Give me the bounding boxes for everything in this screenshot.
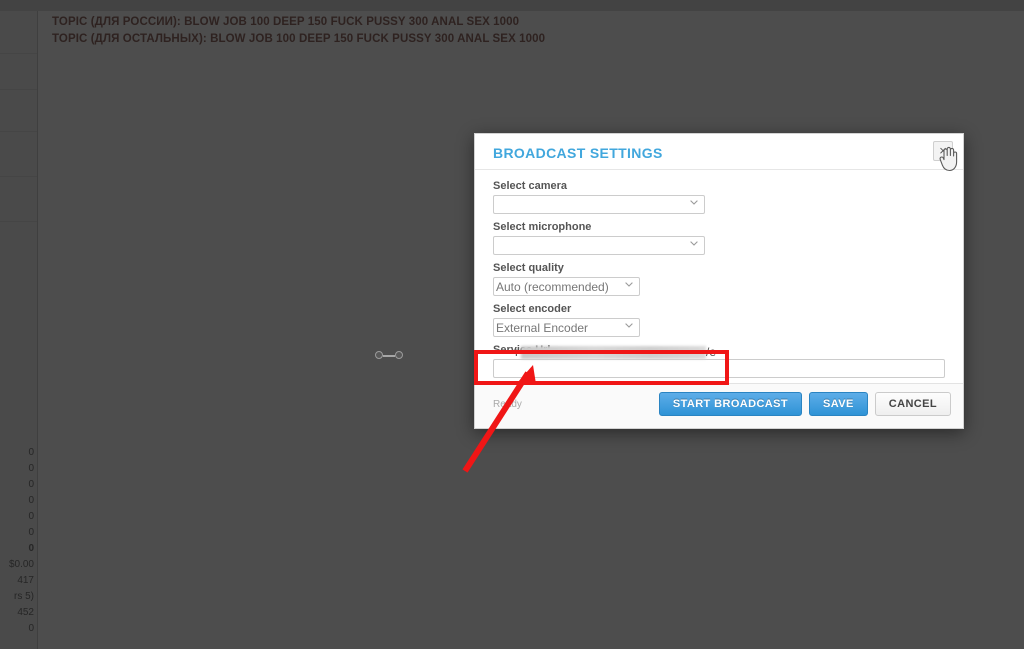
- stat-row: 0: [28, 479, 34, 490]
- field-quality: Select quality Auto (recommended): [493, 261, 945, 296]
- service-url-label: Service Url: [493, 344, 551, 356]
- microphone-select[interactable]: [493, 236, 705, 255]
- connector-bar-icon: [383, 354, 395, 357]
- status-text: Ready: [493, 399, 522, 410]
- stat-row: 0: [28, 495, 34, 506]
- stat-row: 0: [28, 527, 34, 538]
- connector-glyph-icon: [375, 351, 403, 360]
- stat-row: 0: [28, 511, 34, 522]
- connector-node-left-icon: [375, 351, 383, 359]
- topic-line: TOPIC (ДЛЯ ОСТАЛЬНЫХ): BLOW JOB 100 DEEP…: [52, 33, 546, 45]
- encoder-label: Select encoder: [493, 303, 572, 315]
- field-encoder: Select encoder External Encoder: [493, 302, 945, 337]
- sidebar-divider: [0, 176, 37, 177]
- sidebar-divider: [0, 221, 37, 222]
- stat-row: rs 5): [14, 591, 34, 602]
- quality-select[interactable]: Auto (recommended): [493, 277, 640, 296]
- field-microphone: Select microphone: [493, 220, 945, 255]
- dialog-body: Select camera Select microphone Select q…: [475, 170, 963, 419]
- cancel-button[interactable]: CANCEL: [874, 392, 951, 416]
- stat-row: 0: [28, 447, 34, 458]
- encoder-select[interactable]: External Encoder: [493, 318, 640, 337]
- connector-node-right-icon: [395, 351, 403, 359]
- close-icon[interactable]: ×: [933, 141, 953, 161]
- camera-select-wrap: [493, 195, 705, 214]
- field-camera: Select camera: [493, 179, 945, 214]
- stat-row: 452: [17, 607, 34, 618]
- stat-row: 417: [17, 575, 34, 586]
- sidebar-divider: [0, 131, 37, 132]
- stat-row: $0.00: [8, 559, 34, 570]
- dialog-title: BROADCAST SETTINGS: [493, 145, 663, 161]
- broadcast-settings-dialog: BROADCAST SETTINGS × Select camera Selec…: [474, 133, 964, 429]
- camera-label: Select camera: [493, 180, 567, 192]
- quality-label: Select quality: [493, 262, 564, 274]
- stat-row: 0: [28, 623, 34, 634]
- encoder-select-wrap: External Encoder: [493, 318, 640, 337]
- left-sidebar: 0 0 0 0 0 0 0 $0.00 417 rs 5) 452 0: [0, 11, 38, 649]
- dialog-footer: Ready START BROADCAST SAVE CANCEL: [475, 383, 963, 428]
- quality-select-wrap: Auto (recommended): [493, 277, 640, 296]
- field-service-url: Service Url r /e: [493, 343, 945, 378]
- microphone-label: Select microphone: [493, 221, 592, 233]
- stat-row: 0: [28, 463, 34, 474]
- save-button[interactable]: SAVE: [809, 392, 868, 416]
- service-url-input[interactable]: [493, 359, 945, 378]
- camera-select[interactable]: [493, 195, 705, 214]
- dialog-buttons: START BROADCAST SAVE CANCEL: [658, 392, 951, 416]
- stat-row: 0: [28, 543, 34, 554]
- start-broadcast-button[interactable]: START BROADCAST: [658, 392, 803, 416]
- sidebar-stats-list: 0 0 0 0 0 0 0 $0.00 417 rs 5) 452 0: [0, 445, 37, 637]
- sidebar-divider: [0, 89, 37, 90]
- dialog-header: BROADCAST SETTINGS ×: [475, 134, 963, 172]
- topic-banner: TOPIC (ДЛЯ РОССИИ): BLOW JOB 100 DEEP 15…: [52, 14, 545, 48]
- topic-line: TOPIC (ДЛЯ РОССИИ): BLOW JOB 100 DEEP 15…: [52, 16, 520, 28]
- microphone-select-wrap: [493, 236, 705, 255]
- sidebar-divider: [0, 53, 37, 54]
